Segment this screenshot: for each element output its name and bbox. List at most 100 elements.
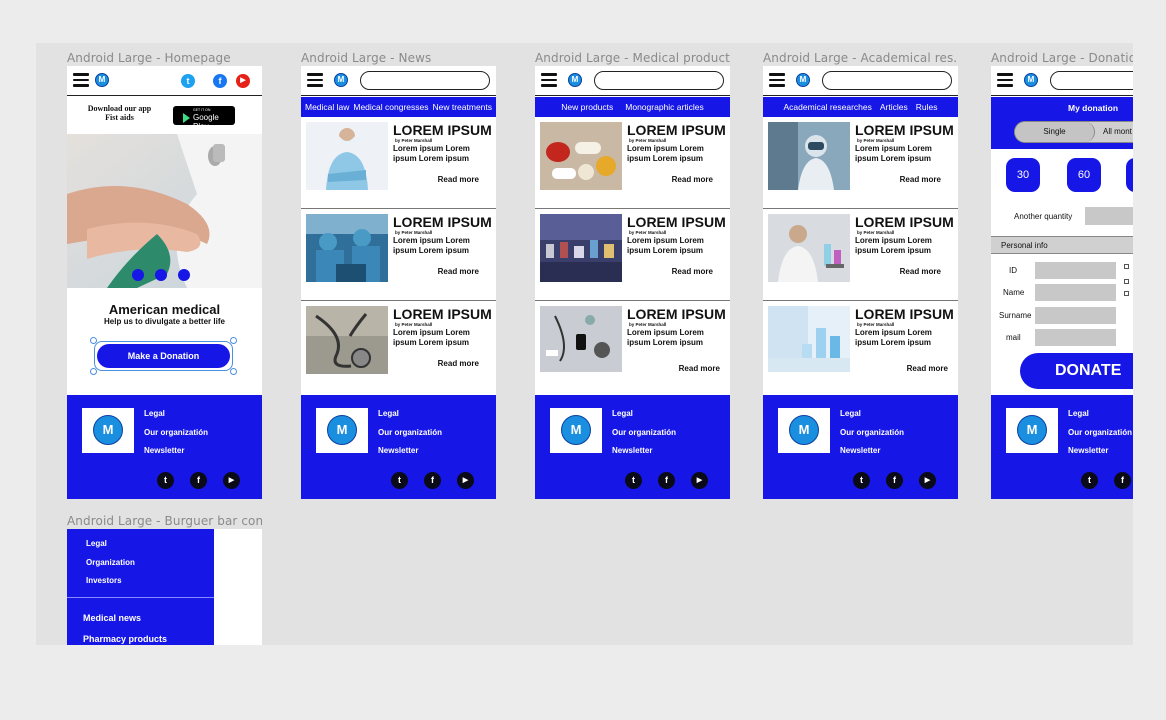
menu-item-pharmacy-products[interactable]: Pharmacy products [83, 634, 167, 644]
twitter-icon[interactable]: t [391, 472, 408, 489]
twitter-icon[interactable]: t [157, 472, 174, 489]
search-input[interactable] [822, 71, 952, 90]
checkbox[interactable] [1124, 291, 1129, 296]
facebook-icon[interactable]: f [658, 472, 675, 489]
read-more-link[interactable]: Read more [900, 267, 941, 276]
footer-legal-link[interactable]: Legal [378, 409, 399, 418]
footer-org-link[interactable]: Our organizatión [612, 428, 676, 437]
twitter-icon[interactable]: t [181, 74, 195, 88]
logo-icon[interactable]: M [334, 73, 348, 87]
frame-label-medical[interactable]: Android Large - Medical products [535, 51, 730, 65]
tab-articles[interactable]: Articles [880, 102, 908, 112]
article-card[interactable]: LOREM IPSUM by Peter Marshall Lorem ipsu… [535, 301, 730, 393]
footer-org-link[interactable]: Our organizatión [144, 428, 208, 437]
logo-icon[interactable]: M [1024, 73, 1038, 87]
youtube-icon[interactable]: ▶ [919, 472, 936, 489]
read-more-link[interactable]: Read more [907, 364, 948, 373]
frame-label-donation[interactable]: Android Large - Donation [991, 51, 1133, 65]
name-field[interactable] [1035, 284, 1116, 301]
carousel-dot[interactable] [155, 269, 167, 281]
single-option[interactable]: Single [1015, 122, 1095, 142]
facebook-icon[interactable]: f [213, 74, 227, 88]
amount-30-button[interactable]: 30 [1006, 158, 1040, 192]
article-card[interactable]: LOREM IPSUM by Peter Marshall Lorem ipsu… [535, 209, 730, 301]
frame-label-academic[interactable]: Android Large - Academical res... [763, 51, 958, 65]
footer-org-link[interactable]: Our organizatión [840, 428, 904, 437]
footer-legal-link[interactable]: Legal [1068, 409, 1089, 418]
article-card[interactable]: LOREM IPSUM by Peter Marshall Lorem ipsu… [535, 117, 730, 209]
checkbox[interactable] [1124, 279, 1129, 284]
tab-new-treatments[interactable]: New treatments [432, 102, 492, 112]
footer-legal-link[interactable]: Legal [612, 409, 633, 418]
surname-field[interactable] [1035, 307, 1116, 324]
twitter-icon[interactable]: t [853, 472, 870, 489]
frame-label-homepage[interactable]: Android Large - Homepage [67, 51, 257, 65]
burger-menu-icon[interactable] [73, 73, 89, 87]
search-input[interactable] [360, 71, 490, 90]
article-card[interactable]: LOREM IPSUM by Peter Marshall Lorem ipsu… [763, 117, 958, 209]
carousel-dot[interactable] [178, 269, 190, 281]
footer-newsletter-link[interactable]: Newsletter [840, 446, 880, 455]
tab-academical-researches[interactable]: Academical researches [784, 102, 872, 112]
burger-menu-icon[interactable] [769, 73, 785, 87]
logo-icon[interactable]: M [796, 73, 810, 87]
logo-icon[interactable]: M [568, 73, 582, 87]
youtube-icon[interactable]: ▶ [223, 472, 240, 489]
article-card[interactable]: LOREM IPSUM by Peter Marshall Lorem ipsu… [301, 301, 496, 393]
read-more-link[interactable]: Read more [900, 175, 941, 184]
read-more-link[interactable]: Read more [438, 359, 479, 368]
menu-item-medical-news[interactable]: Medical news [83, 613, 141, 623]
footer-newsletter-link[interactable]: Newsletter [612, 446, 652, 455]
facebook-icon[interactable]: f [1114, 472, 1131, 489]
read-more-link[interactable]: Read more [672, 267, 713, 276]
id-field[interactable] [1035, 262, 1116, 279]
footer-legal-link[interactable]: Legal [840, 409, 861, 418]
twitter-icon[interactable]: t [1081, 472, 1098, 489]
tab-monographic-articles[interactable]: Monographic articles [625, 102, 703, 112]
footer-org-link[interactable]: Our organizatión [378, 428, 442, 437]
search-input[interactable] [594, 71, 724, 90]
article-card[interactable]: LOREM IPSUM by Peter Marshall Lorem ipsu… [301, 209, 496, 301]
menu-item-investors[interactable]: Investors [86, 576, 122, 585]
read-more-link[interactable]: Read more [438, 267, 479, 276]
burger-menu-icon[interactable] [997, 73, 1013, 87]
another-quantity-input[interactable] [1085, 207, 1133, 225]
footer-legal-link[interactable]: Legal [144, 409, 165, 418]
checkbox[interactable] [1124, 264, 1129, 269]
burger-menu-icon[interactable] [307, 73, 323, 87]
search-input[interactable] [1050, 71, 1133, 90]
tab-rules[interactable]: Rules [916, 102, 938, 112]
menu-item-organization[interactable]: Organization [86, 558, 135, 567]
footer-newsletter-link[interactable]: Newsletter [144, 446, 184, 455]
tab-medical-congresses[interactable]: Medical congresses [353, 102, 428, 112]
youtube-icon[interactable]: ▶ [236, 74, 250, 88]
google-play-button[interactable]: GET IT ON Google Play [173, 106, 235, 131]
footer-org-link[interactable]: Our organizatión [1068, 428, 1132, 437]
tab-medical-law[interactable]: Medical law [305, 102, 349, 112]
footer-newsletter-link[interactable]: Newsletter [1068, 446, 1108, 455]
make-donation-button[interactable]: Make a Donation [97, 344, 230, 368]
article-card[interactable]: LOREM IPSUM by Peter Marshall Lorem ipsu… [301, 117, 496, 209]
carousel-dot[interactable] [132, 269, 144, 281]
read-more-link[interactable]: Read more [679, 364, 720, 373]
facebook-icon[interactable]: f [886, 472, 903, 489]
menu-item-legal[interactable]: Legal [86, 539, 107, 548]
twitter-icon[interactable]: t [625, 472, 642, 489]
burger-menu-icon[interactable] [541, 73, 557, 87]
youtube-icon[interactable]: ▶ [691, 472, 708, 489]
monthly-option[interactable]: All mont [1103, 122, 1132, 142]
read-more-link[interactable]: Read more [438, 175, 479, 184]
frame-label-burger[interactable]: Android Large - Burguer bar con... [67, 514, 262, 528]
youtube-icon[interactable]: ▶ [457, 472, 474, 489]
facebook-icon[interactable]: f [190, 472, 207, 489]
amount-button[interactable] [1126, 158, 1133, 192]
article-card[interactable]: LOREM IPSUM by Peter Marshall Lorem ipsu… [763, 209, 958, 301]
frame-label-news[interactable]: Android Large - News [301, 51, 491, 65]
facebook-icon[interactable]: f [424, 472, 441, 489]
amount-60-button[interactable]: 60 [1067, 158, 1101, 192]
tab-new-products[interactable]: New products [561, 102, 613, 112]
footer-newsletter-link[interactable]: Newsletter [378, 446, 418, 455]
donate-button[interactable]: DONATE [1020, 353, 1133, 389]
article-card[interactable]: LOREM IPSUM by Peter Marshall Lorem ipsu… [763, 301, 958, 393]
logo-icon[interactable]: M [95, 73, 109, 87]
